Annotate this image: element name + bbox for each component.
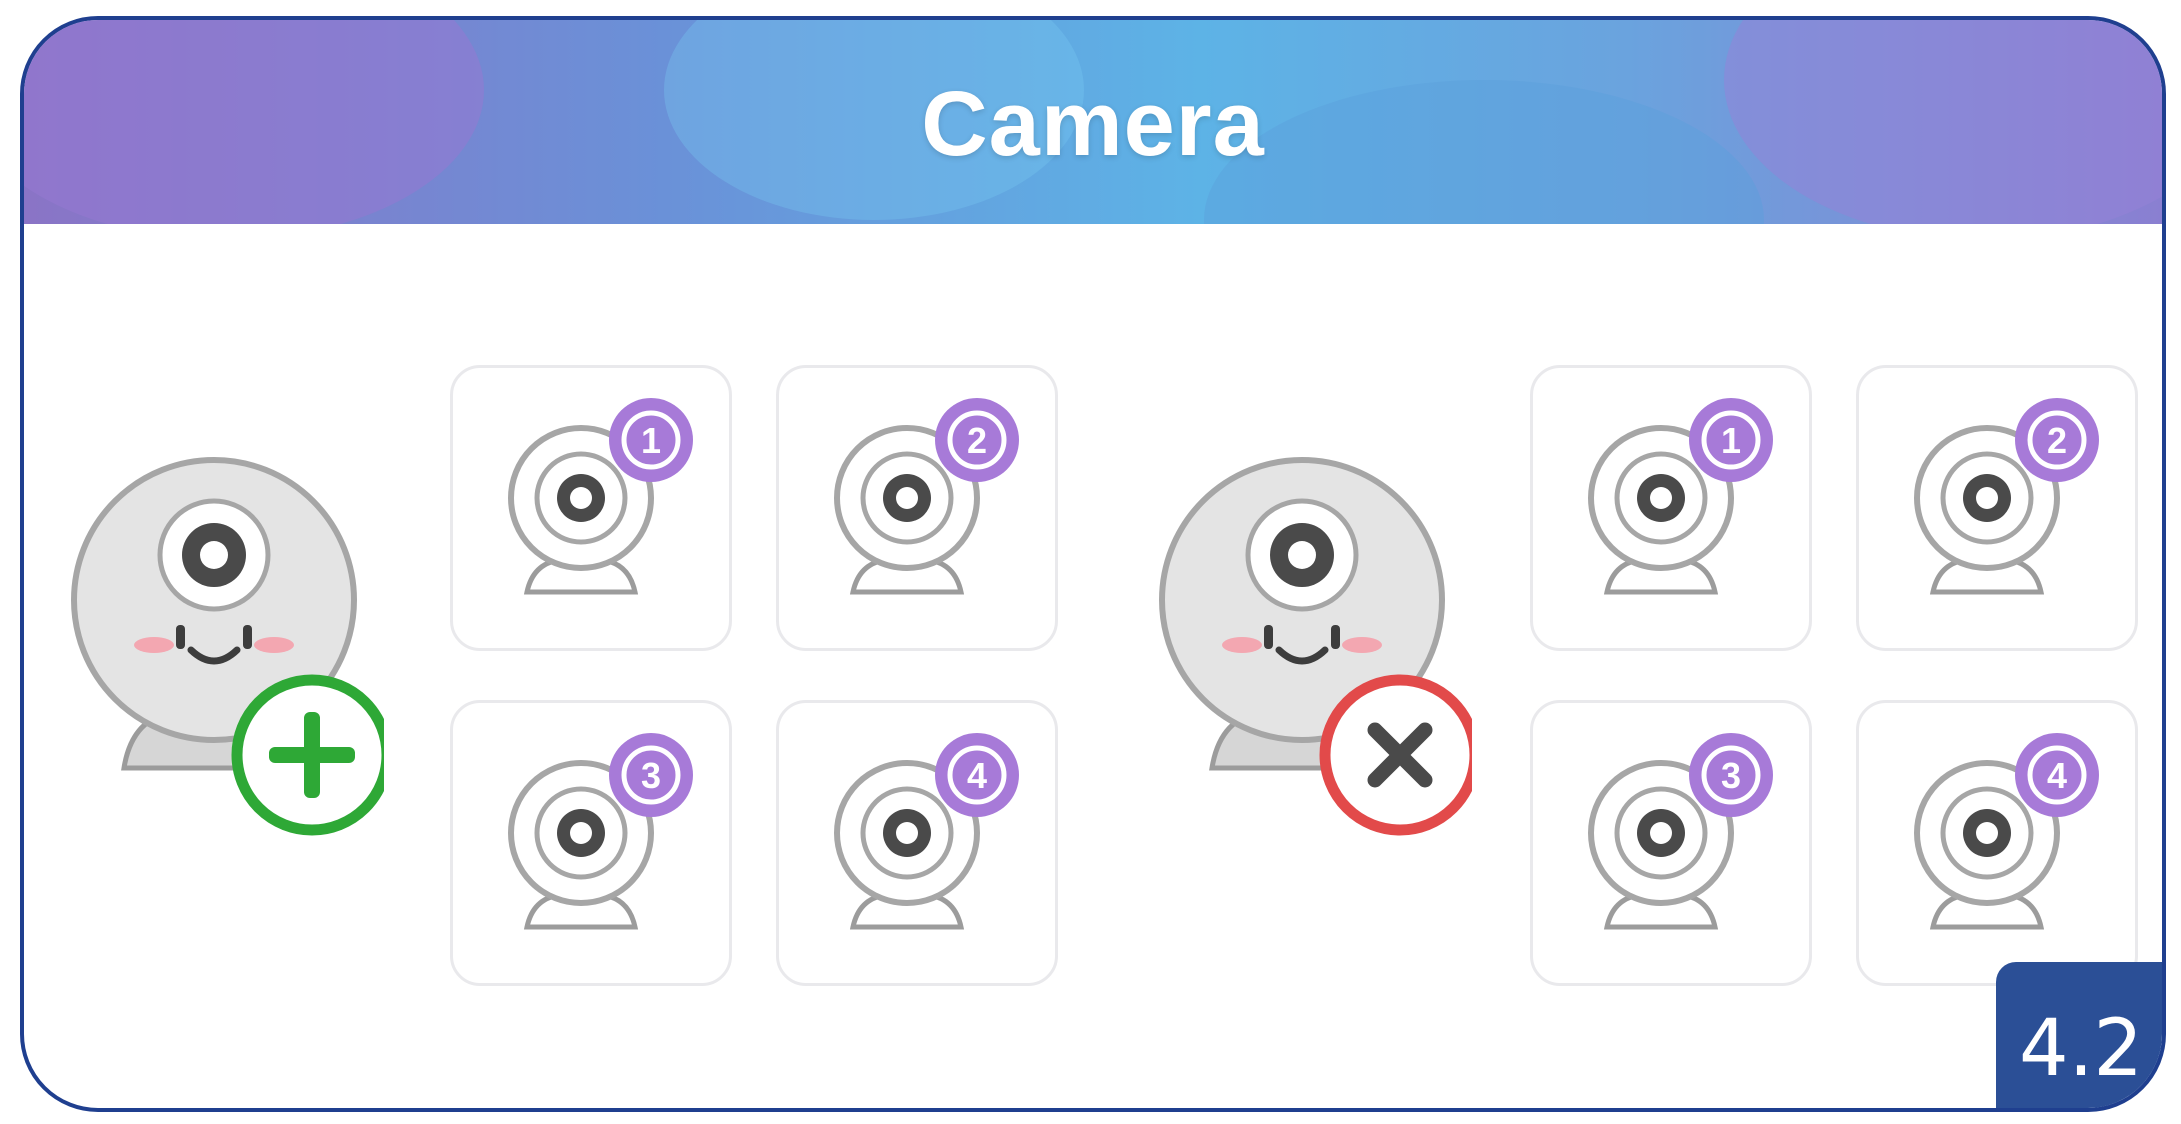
camera-header: Camera [24, 20, 2162, 224]
add-camera-slot-3[interactable]: 3 [450, 700, 732, 986]
camera-card: Camera 1 2 3 4 1 2 3 4 4.2 [20, 16, 2166, 1112]
remove-camera-slot-4[interactable]: 4 [1856, 700, 2138, 986]
x-icon [1319, 674, 1481, 836]
add-camera-slot-2[interactable]: 2 [776, 365, 1058, 651]
slot-number: 1 [1721, 420, 1741, 461]
slot-number-badge: 3 [1689, 733, 1773, 817]
add-camera-button[interactable] [54, 450, 393, 850]
slot-number-badge: 1 [609, 398, 693, 482]
slot-number-badge: 4 [2015, 733, 2099, 817]
slot-number-badge: 2 [935, 398, 1019, 482]
slot-number: 4 [967, 755, 987, 796]
page-title: Camera [921, 73, 1265, 175]
version-badge: 4.2 [1996, 962, 2162, 1108]
slot-number-badge: 1 [1689, 398, 1773, 482]
slot-number: 1 [641, 420, 661, 461]
add-camera-slot-4[interactable]: 4 [776, 700, 1058, 986]
slot-number: 2 [967, 420, 987, 461]
add-camera-slot-1[interactable]: 1 [450, 365, 732, 651]
plus-icon [231, 674, 393, 836]
slot-number-badge: 4 [935, 733, 1019, 817]
slot-number-badge: 2 [2015, 398, 2099, 482]
slot-number: 4 [2047, 755, 2067, 796]
slot-number: 3 [641, 755, 661, 796]
remove-camera-button[interactable] [1142, 450, 1481, 850]
remove-camera-slot-1[interactable]: 1 [1530, 365, 1812, 651]
slot-number: 2 [2047, 420, 2067, 461]
remove-camera-slot-2[interactable]: 2 [1856, 365, 2138, 651]
remove-camera-slot-3[interactable]: 3 [1530, 700, 1812, 986]
slot-number-badge: 3 [609, 733, 693, 817]
slot-number: 3 [1721, 755, 1741, 796]
